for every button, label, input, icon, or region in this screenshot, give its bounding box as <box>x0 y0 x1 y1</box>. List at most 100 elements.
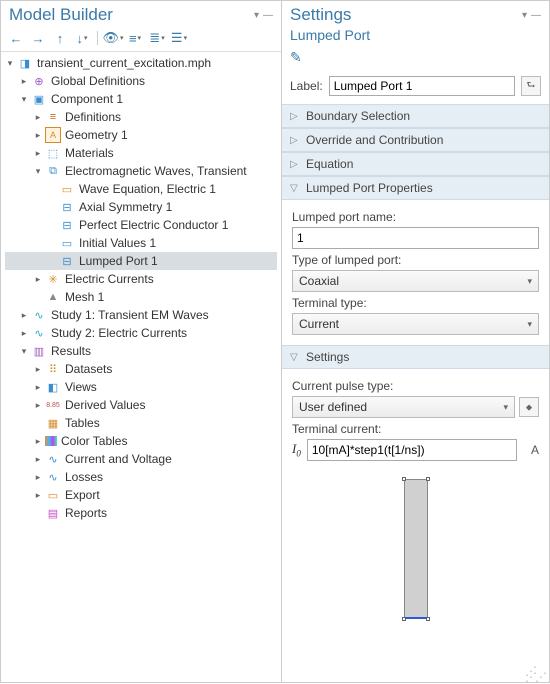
expand-toggle-icon[interactable]: ▸ <box>33 436 43 447</box>
lumped-port-node[interactable]: ⊟Lumped Port 1 <box>5 252 277 270</box>
tree-item-label: Study 1: Transient EM Waves <box>49 308 209 322</box>
tree-item-icon: ▭ <box>59 235 75 251</box>
tree-item-icon: ✳ <box>45 271 61 287</box>
chevron-right-icon: ▷ <box>290 159 302 170</box>
terminal-type-select[interactable]: Current <box>292 313 539 335</box>
tree-item-icon: ⧉ <box>45 163 61 179</box>
pulse-type-select[interactable]: User defined <box>292 396 515 418</box>
nav-back-button[interactable]: ← <box>7 29 25 47</box>
materials-node[interactable]: ▸⬚Materials <box>5 144 277 162</box>
tree-item-icon: ⊟ <box>59 199 75 215</box>
definitions-node[interactable]: ▸≡Definitions <box>5 108 277 126</box>
expand-toggle-icon[interactable]: ▸ <box>33 400 43 411</box>
geometry-preview-shape <box>404 479 428 619</box>
chevron-right-icon: ▷ <box>290 111 302 122</box>
section-equation[interactable]: ▷ Equation <box>282 152 549 176</box>
tree-item-label: Losses <box>63 470 103 484</box>
derived-values-node[interactable]: ▸8.85Derived Values <box>5 396 277 414</box>
panel-menu-icon[interactable]: ▾ <box>522 10 527 21</box>
nav-down-button[interactable]: ↓ <box>73 29 91 47</box>
tables-node[interactable]: ▦Tables <box>5 414 277 432</box>
expand-toggle-icon[interactable]: ▸ <box>33 454 43 465</box>
component-node[interactable]: ▾▣Component 1 <box>5 90 277 108</box>
toolbar-separator <box>97 31 98 45</box>
panel-minimize-icon[interactable]: — <box>263 10 273 21</box>
initial-values-node[interactable]: ▭Initial Values 1 <box>5 234 277 252</box>
mesh-node[interactable]: ▲Mesh 1 <box>5 288 277 306</box>
edit-icon[interactable]: ✎ <box>290 49 302 65</box>
tree-item-label: Initial Values 1 <box>77 236 156 250</box>
expand-toggle-icon[interactable]: ▸ <box>33 148 43 159</box>
wave-equation-node[interactable]: ▭Wave Equation, Electric 1 <box>5 180 277 198</box>
tree-item-label: Views <box>63 380 97 394</box>
expand-toggle-icon[interactable]: ▾ <box>5 58 15 69</box>
pec-node[interactable]: ⊟Perfect Electric Conductor 1 <box>5 216 277 234</box>
tree-item-icon: A <box>45 127 61 143</box>
expand-toggle-icon[interactable]: ▸ <box>33 364 43 375</box>
section-override-contribution[interactable]: ▷ Override and Contribution <box>282 128 549 152</box>
global-definitions-node[interactable]: ▸⊕Global Definitions <box>5 72 277 90</box>
resize-grip-icon[interactable]: ⋰⋰⋰ <box>525 668 545 680</box>
tree-item-label: Geometry 1 <box>63 128 128 142</box>
expand-toggle-icon[interactable]: ▾ <box>19 346 29 357</box>
study1-node[interactable]: ▸∿Study 1: Transient EM Waves <box>5 306 277 324</box>
export-node[interactable]: ▸▭Export <box>5 486 277 504</box>
results-node[interactable]: ▾▥Results <box>5 342 277 360</box>
section-boundary-selection[interactable]: ▷ Boundary Selection <box>282 104 549 128</box>
settings-panel: Settings ▾ — Lumped Port ✎ Label: ⮑ ▷ Bo… <box>282 0 550 683</box>
expand-toggle-icon[interactable]: ▸ <box>33 490 43 501</box>
model-tree[interactable]: ▾◨transient_current_excitation.mph▸⊕Glob… <box>1 52 281 682</box>
lumped-port-properties-body: Lumped port name: Type of lumped port: C… <box>282 200 549 345</box>
collapse-menu-button[interactable]: ≡ <box>126 29 144 47</box>
tree-item-label: Component 1 <box>49 92 123 106</box>
expand-toggle-icon[interactable]: ▸ <box>33 382 43 393</box>
expand-toggle-icon[interactable]: ▾ <box>33 166 43 177</box>
panel-minimize-icon[interactable]: — <box>531 10 541 21</box>
tree-options-button[interactable]: ☰ <box>170 29 188 47</box>
nav-up-button[interactable]: ↑ <box>51 29 69 47</box>
port-name-input[interactable] <box>292 227 539 249</box>
tree-item-icon: ⊟ <box>59 217 75 233</box>
goto-source-button[interactable]: ⮑ <box>521 76 541 96</box>
datasets-node[interactable]: ▸⠿Datasets <box>5 360 277 378</box>
views-node[interactable]: ▸◧Views <box>5 378 277 396</box>
physics-emw-node[interactable]: ▾⧉Electromagnetic Waves, Transient <box>5 162 277 180</box>
losses-node[interactable]: ▸∿Losses <box>5 468 277 486</box>
model-builder-title: Model Builder <box>9 5 254 25</box>
expand-toggle-icon[interactable]: ▸ <box>19 310 29 321</box>
axial-symmetry-node[interactable]: ⊟Axial Symmetry 1 <box>5 198 277 216</box>
expand-toggle-icon[interactable]: ▸ <box>33 274 43 285</box>
expand-menu-button[interactable]: ≣ <box>148 29 166 47</box>
show-menu-button[interactable]: 👁 <box>104 29 122 47</box>
label-input[interactable] <box>329 76 515 96</box>
electric-currents-node[interactable]: ▸✳Electric Currents <box>5 270 277 288</box>
expand-toggle-icon[interactable]: ▸ <box>19 76 29 87</box>
tree-item-icon: ∿ <box>45 469 61 485</box>
section-settings[interactable]: ▽ Settings <box>282 345 549 369</box>
panel-menu-icon[interactable]: ▾ <box>254 10 259 21</box>
expand-toggle-icon[interactable]: ▸ <box>33 472 43 483</box>
terminal-type-label: Terminal type: <box>292 296 539 310</box>
geometry-node[interactable]: ▸AGeometry 1 <box>5 126 277 144</box>
expand-toggle-icon[interactable]: ▾ <box>19 94 29 105</box>
model-builder-toolbar: ← → ↑ ↓ 👁 ≡ ≣ ☰ <box>1 27 281 52</box>
current-voltage-node[interactable]: ▸∿Current and Voltage <box>5 450 277 468</box>
study2-node[interactable]: ▸∿Study 2: Electric Currents <box>5 324 277 342</box>
model-builder-title-bar: Model Builder ▾ — <box>1 1 281 27</box>
expand-toggle-icon[interactable]: ▸ <box>33 130 43 141</box>
pulse-config-button[interactable]: ⬥ <box>519 397 539 417</box>
reports-node[interactable]: ▤Reports <box>5 504 277 522</box>
expand-toggle-icon[interactable]: ▸ <box>33 112 43 123</box>
expand-toggle-icon[interactable]: ▸ <box>19 328 29 339</box>
tree-item-icon <box>45 436 57 446</box>
tree-item-icon: ⊟ <box>59 253 75 269</box>
terminal-current-input[interactable] <box>307 439 517 461</box>
nav-forward-button[interactable]: → <box>29 29 47 47</box>
port-type-select[interactable]: Coaxial <box>292 270 539 292</box>
color-tables-node[interactable]: ▸Color Tables <box>5 432 277 450</box>
section-lumped-port-properties[interactable]: ▽ Lumped Port Properties <box>282 176 549 200</box>
root-node[interactable]: ▾◨transient_current_excitation.mph <box>5 54 277 72</box>
terminal-current-label: Terminal current: <box>292 422 539 436</box>
geometry-preview[interactable]: ⋰⋰⋰ <box>282 471 549 682</box>
tree-item-icon: ⠿ <box>45 361 61 377</box>
